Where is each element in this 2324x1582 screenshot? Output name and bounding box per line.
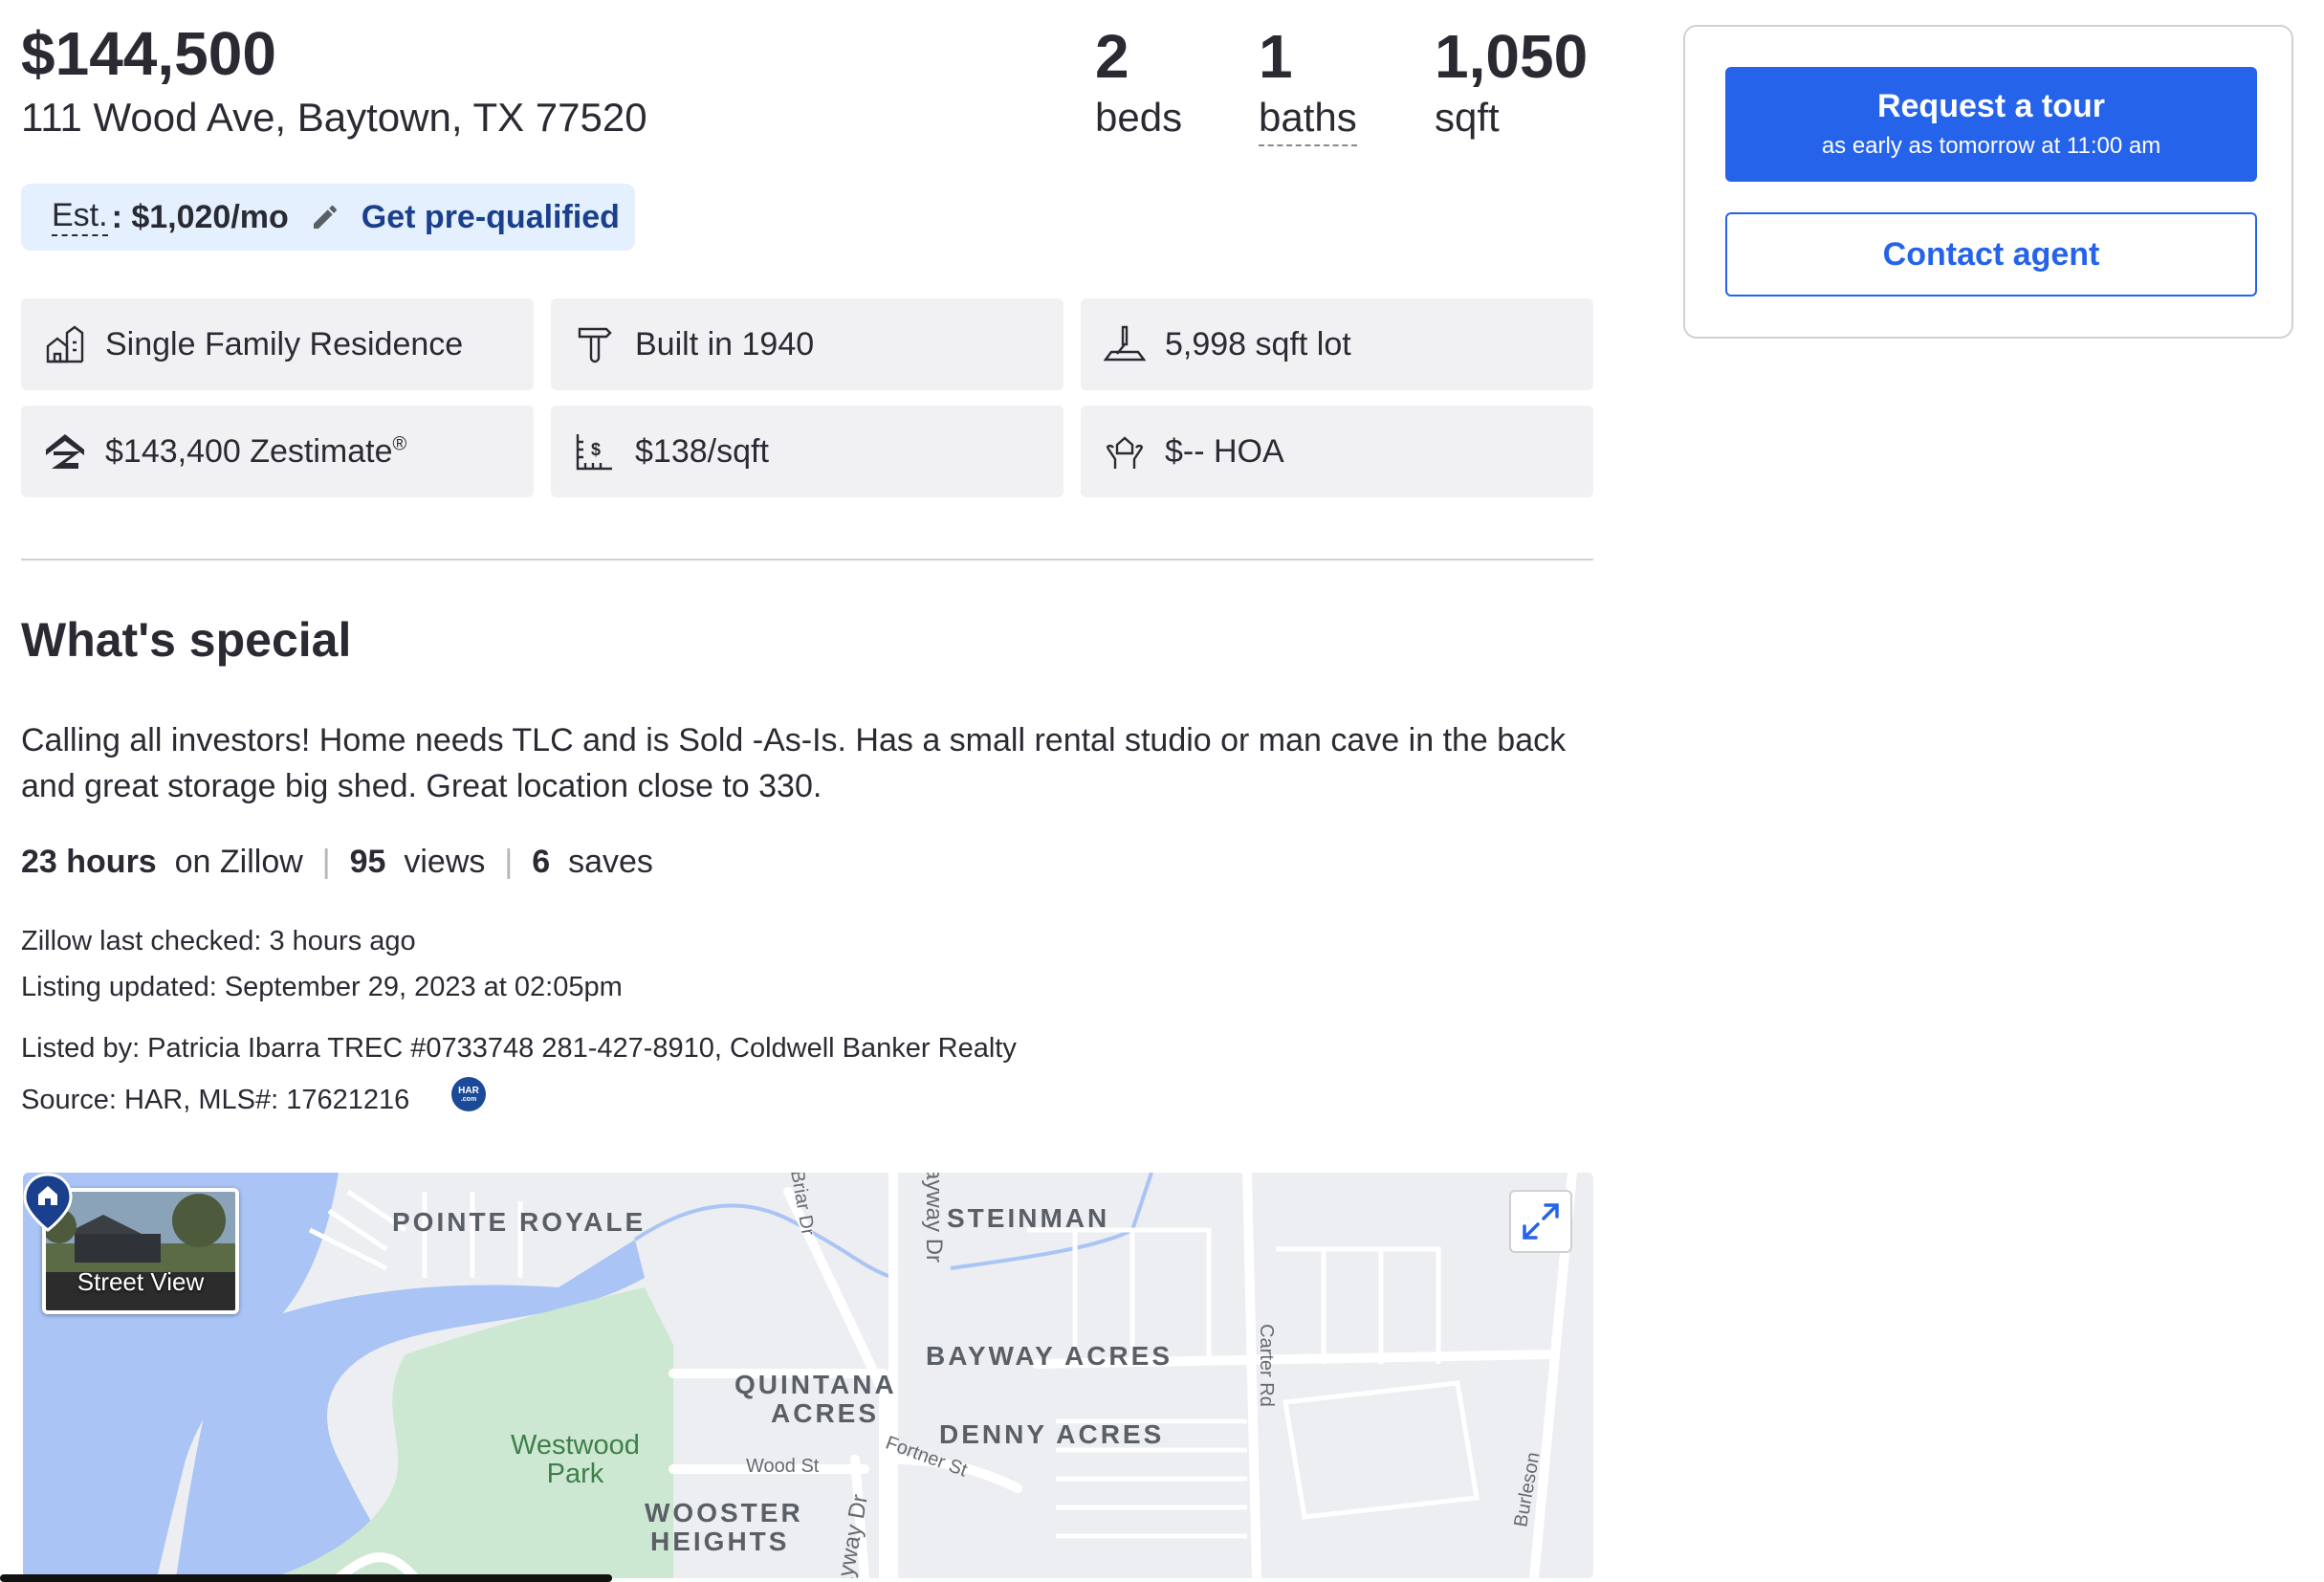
expand-map-button[interactable] — [1509, 1190, 1572, 1253]
sqft-value: 1,050 — [1435, 22, 1589, 91]
map-area-label: ACRES — [771, 1398, 880, 1428]
whats-special-heading: What's special — [21, 613, 352, 667]
time-on-zillow-label: on Zillow — [174, 844, 303, 880]
hammer-icon — [578, 327, 612, 363]
contact-card: Request a tour as early as tomorrow at 1… — [1683, 25, 2293, 339]
fact-hoa: $-- HOA — [1081, 406, 1593, 497]
registered-mark: ® — [392, 433, 407, 455]
activity-separator: | — [321, 844, 331, 880]
map-area-label: DENNY ACRES — [939, 1419, 1165, 1449]
sqft-stat: 1,050 sqft — [1435, 23, 1588, 143]
saves-value: 6 — [532, 844, 551, 880]
bottom-scroll-indicator — [0, 1574, 612, 1582]
activity-separator: | — [504, 844, 514, 880]
street-view-label[interactable]: Street View — [46, 1267, 235, 1297]
fact-home-type: Single Family Residence — [21, 298, 534, 390]
estimate-label[interactable]: Est. — [52, 197, 108, 236]
road-label: Wood St — [746, 1456, 820, 1477]
map-area-label: POINTE ROYALE — [392, 1207, 647, 1237]
request-tour-title: Request a tour — [1876, 88, 2106, 124]
zestimate-icon — [46, 434, 84, 469]
map-area-label: QUINTANA — [734, 1370, 897, 1399]
listed-by: Listed by: Patricia Ibarra TREC #0733748… — [21, 1033, 1017, 1064]
request-tour-button[interactable]: Request a tour as early as tomorrow at 1… — [1725, 67, 2257, 182]
sqft-label: sqft — [1435, 95, 1500, 141]
fact-zestimate-text: $143,400 Zestimate® — [105, 433, 406, 471]
park-label: Westwood Park — [511, 1431, 640, 1489]
last-checked: Zillow last checked: 3 hours ago — [21, 926, 416, 956]
fact-year-built-text: Built in 1940 — [635, 325, 815, 363]
map-area-label: WOOSTER — [645, 1498, 803, 1527]
estimate-value: : $1,020/mo — [111, 198, 289, 235]
har-logo-subtext: .com — [460, 1095, 477, 1103]
beds-label: beds — [1095, 95, 1183, 141]
listing-source: Source: HAR, MLS#: 17621216 — [21, 1085, 410, 1115]
pencil-icon[interactable] — [310, 202, 340, 232]
get-prequalified-link[interactable]: Get pre-qualified — [362, 199, 620, 236]
zestimate-value: $143,400 Zestimate — [105, 432, 393, 470]
beds-stat: 2 beds — [1095, 23, 1182, 143]
beds-value: 2 — [1095, 22, 1129, 91]
fact-home-type-text: Single Family Residence — [105, 325, 464, 363]
map-area-label: STEINMAN — [947, 1203, 1110, 1233]
road-label: Carter Rd — [1255, 1324, 1277, 1407]
price-per-sqft-icon: $ — [576, 434, 612, 471]
listing-activity: 23 hours on Zillow | 95 views | 6 saves — [21, 844, 653, 881]
fact-lot-size-text: 5,998 sqft lot — [1165, 325, 1351, 363]
listing-description: Calling all investors! Home needs TLC an… — [21, 722, 1567, 804]
saves-label: saves — [568, 844, 653, 880]
home-pin-icon[interactable] — [23, 1173, 73, 1232]
hoa-icon — [1106, 436, 1144, 469]
views-label: views — [404, 844, 486, 880]
map-area-label: HEIGHTS — [650, 1527, 790, 1556]
fact-hoa-text: $-- HOA — [1165, 432, 1284, 470]
contact-agent-button[interactable]: Contact agent — [1725, 212, 2257, 297]
listing-address: 111 Wood Ave, Baytown, TX 77520 — [21, 95, 647, 140]
park-label-line: Park — [546, 1459, 604, 1490]
fact-price-per-sqft-text: $138/sqft — [635, 432, 769, 470]
road-label: Bayway Dr — [921, 1173, 948, 1263]
time-on-zillow-value: 23 hours — [21, 844, 157, 880]
views-value: 95 — [349, 844, 386, 880]
map-area-label: BAYWAY ACRES — [926, 1341, 1173, 1371]
fact-lot-size: 5,998 sqft lot — [1081, 298, 1593, 390]
har-logo: HAR .com — [451, 1077, 486, 1111]
baths-value: 1 — [1259, 22, 1293, 91]
har-logo-text: HAR — [458, 1085, 479, 1096]
section-divider — [21, 559, 1593, 560]
request-tour-subtitle: as early as tomorrow at 11:00 am — [1821, 133, 2161, 159]
baths-label[interactable]: baths — [1259, 94, 1357, 146]
listing-price: $144,500 — [21, 19, 276, 88]
fact-price-per-sqft: $ $138/sqft — [551, 406, 1063, 497]
baths-stat[interactable]: 1 baths — [1259, 23, 1357, 146]
listing-updated: Listing updated: September 29, 2023 at 0… — [21, 972, 623, 1002]
fact-year-built: Built in 1940 — [551, 298, 1063, 390]
svg-text:$: $ — [591, 440, 601, 459]
park-label-line: Westwood — [511, 1430, 640, 1461]
lot-size-icon — [1104, 325, 1146, 362]
expand-icon — [1523, 1203, 1559, 1240]
home-type-icon — [46, 325, 84, 363]
fact-zestimate[interactable]: $143,400 Zestimate® — [21, 406, 534, 497]
location-map[interactable]: Street View POINTE ROYALE STEINMAN BAYWA… — [23, 1173, 1593, 1578]
payment-estimate-pill[interactable]: Est. : $1,020/mo Get pre-qualified — [21, 184, 635, 251]
